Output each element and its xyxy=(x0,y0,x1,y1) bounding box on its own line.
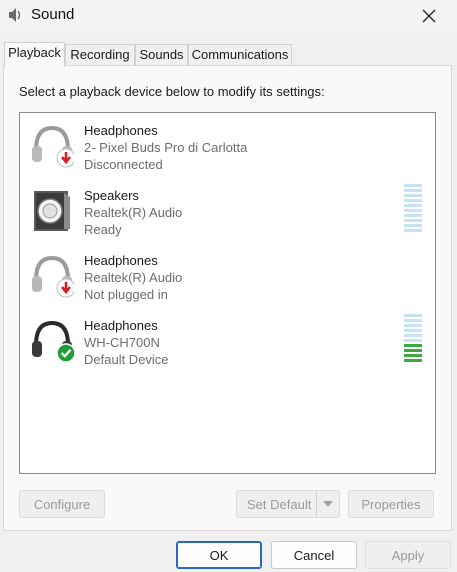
meter-segment xyxy=(404,359,422,362)
tab-strip: Playback Recording Sounds Communications xyxy=(0,42,457,67)
speakers-icon xyxy=(34,191,70,231)
window-title: Sound xyxy=(31,6,75,23)
close-icon xyxy=(422,9,436,23)
device-name: Speakers xyxy=(84,188,139,203)
meter-segment xyxy=(404,329,422,332)
meter-segment xyxy=(404,189,422,192)
speaker-app-icon xyxy=(9,8,21,22)
meter-segment xyxy=(404,209,422,212)
title-bar: Sound xyxy=(0,0,457,32)
device-status: Disconnected xyxy=(84,157,163,172)
tab-sounds[interactable]: Sounds xyxy=(135,44,188,65)
device-list[interactable]: Headphones 2- Pixel Buds Pro di Carlotta… xyxy=(19,112,436,474)
ok-button[interactable]: OK xyxy=(176,541,262,569)
device-description: WH-CH700N xyxy=(84,335,160,350)
device-item-wh-ch700n[interactable]: Headphones WH-CH700N Default Device xyxy=(20,308,435,373)
meter-segment xyxy=(404,224,422,227)
set-default-split-button[interactable]: Set Default xyxy=(236,490,340,518)
meter-segment xyxy=(404,334,422,337)
device-description: 2- Pixel Buds Pro di Carlotta xyxy=(84,140,248,155)
meter-segment xyxy=(404,314,422,317)
device-description: Realtek(R) Audio xyxy=(84,205,183,220)
device-status: Default Device xyxy=(84,352,169,367)
set-default-label: Set Default xyxy=(247,496,312,512)
device-item-realtek-headphones[interactable]: Headphones Realtek(R) Audio Not plugged … xyxy=(20,243,435,308)
meter-segment xyxy=(404,229,422,232)
device-status: Not plugged in xyxy=(84,287,168,302)
device-name: Headphones xyxy=(84,318,158,333)
meter-segment xyxy=(404,354,422,357)
meter-segment xyxy=(404,194,422,197)
tab-recording[interactable]: Recording xyxy=(65,44,135,65)
device-status: Ready xyxy=(84,222,122,237)
close-button[interactable] xyxy=(409,3,449,29)
meter-segment xyxy=(404,184,422,187)
meter-segment xyxy=(404,199,422,202)
device-item-pixel-buds[interactable]: Headphones 2- Pixel Buds Pro di Carlotta… xyxy=(20,113,435,178)
volume-meter xyxy=(404,314,422,364)
meter-segment xyxy=(404,319,422,322)
meter-segment xyxy=(404,339,422,342)
device-name: Headphones xyxy=(84,123,158,138)
device-item-speakers[interactable]: Speakers Realtek(R) Audio Ready xyxy=(20,178,435,243)
meter-segment xyxy=(404,344,422,347)
properties-button[interactable]: Properties xyxy=(348,490,434,518)
device-description: Realtek(R) Audio xyxy=(84,270,183,285)
instruction-text: Select a playback device below to modify… xyxy=(19,84,325,99)
meter-segment xyxy=(404,204,422,207)
meter-segment xyxy=(404,324,422,327)
meter-segment xyxy=(404,219,422,222)
chevron-down-icon xyxy=(323,501,333,507)
tab-playback[interactable]: Playback xyxy=(4,42,65,67)
device-name: Headphones xyxy=(84,253,158,268)
headphones-unplugged-icon xyxy=(32,255,74,298)
volume-meter xyxy=(404,184,422,234)
meter-segment xyxy=(404,214,422,217)
meter-segment xyxy=(404,349,422,352)
configure-button[interactable]: Configure xyxy=(19,490,105,518)
headphones-disconnected-icon xyxy=(32,125,74,168)
apply-button[interactable]: Apply xyxy=(365,541,451,569)
cancel-button[interactable]: Cancel xyxy=(271,541,357,569)
playback-panel: Select a playback device below to modify… xyxy=(3,65,452,531)
set-default-dropdown[interactable] xyxy=(316,491,339,517)
headphones-default-icon xyxy=(32,320,74,363)
tab-communications[interactable]: Communications xyxy=(188,44,292,65)
